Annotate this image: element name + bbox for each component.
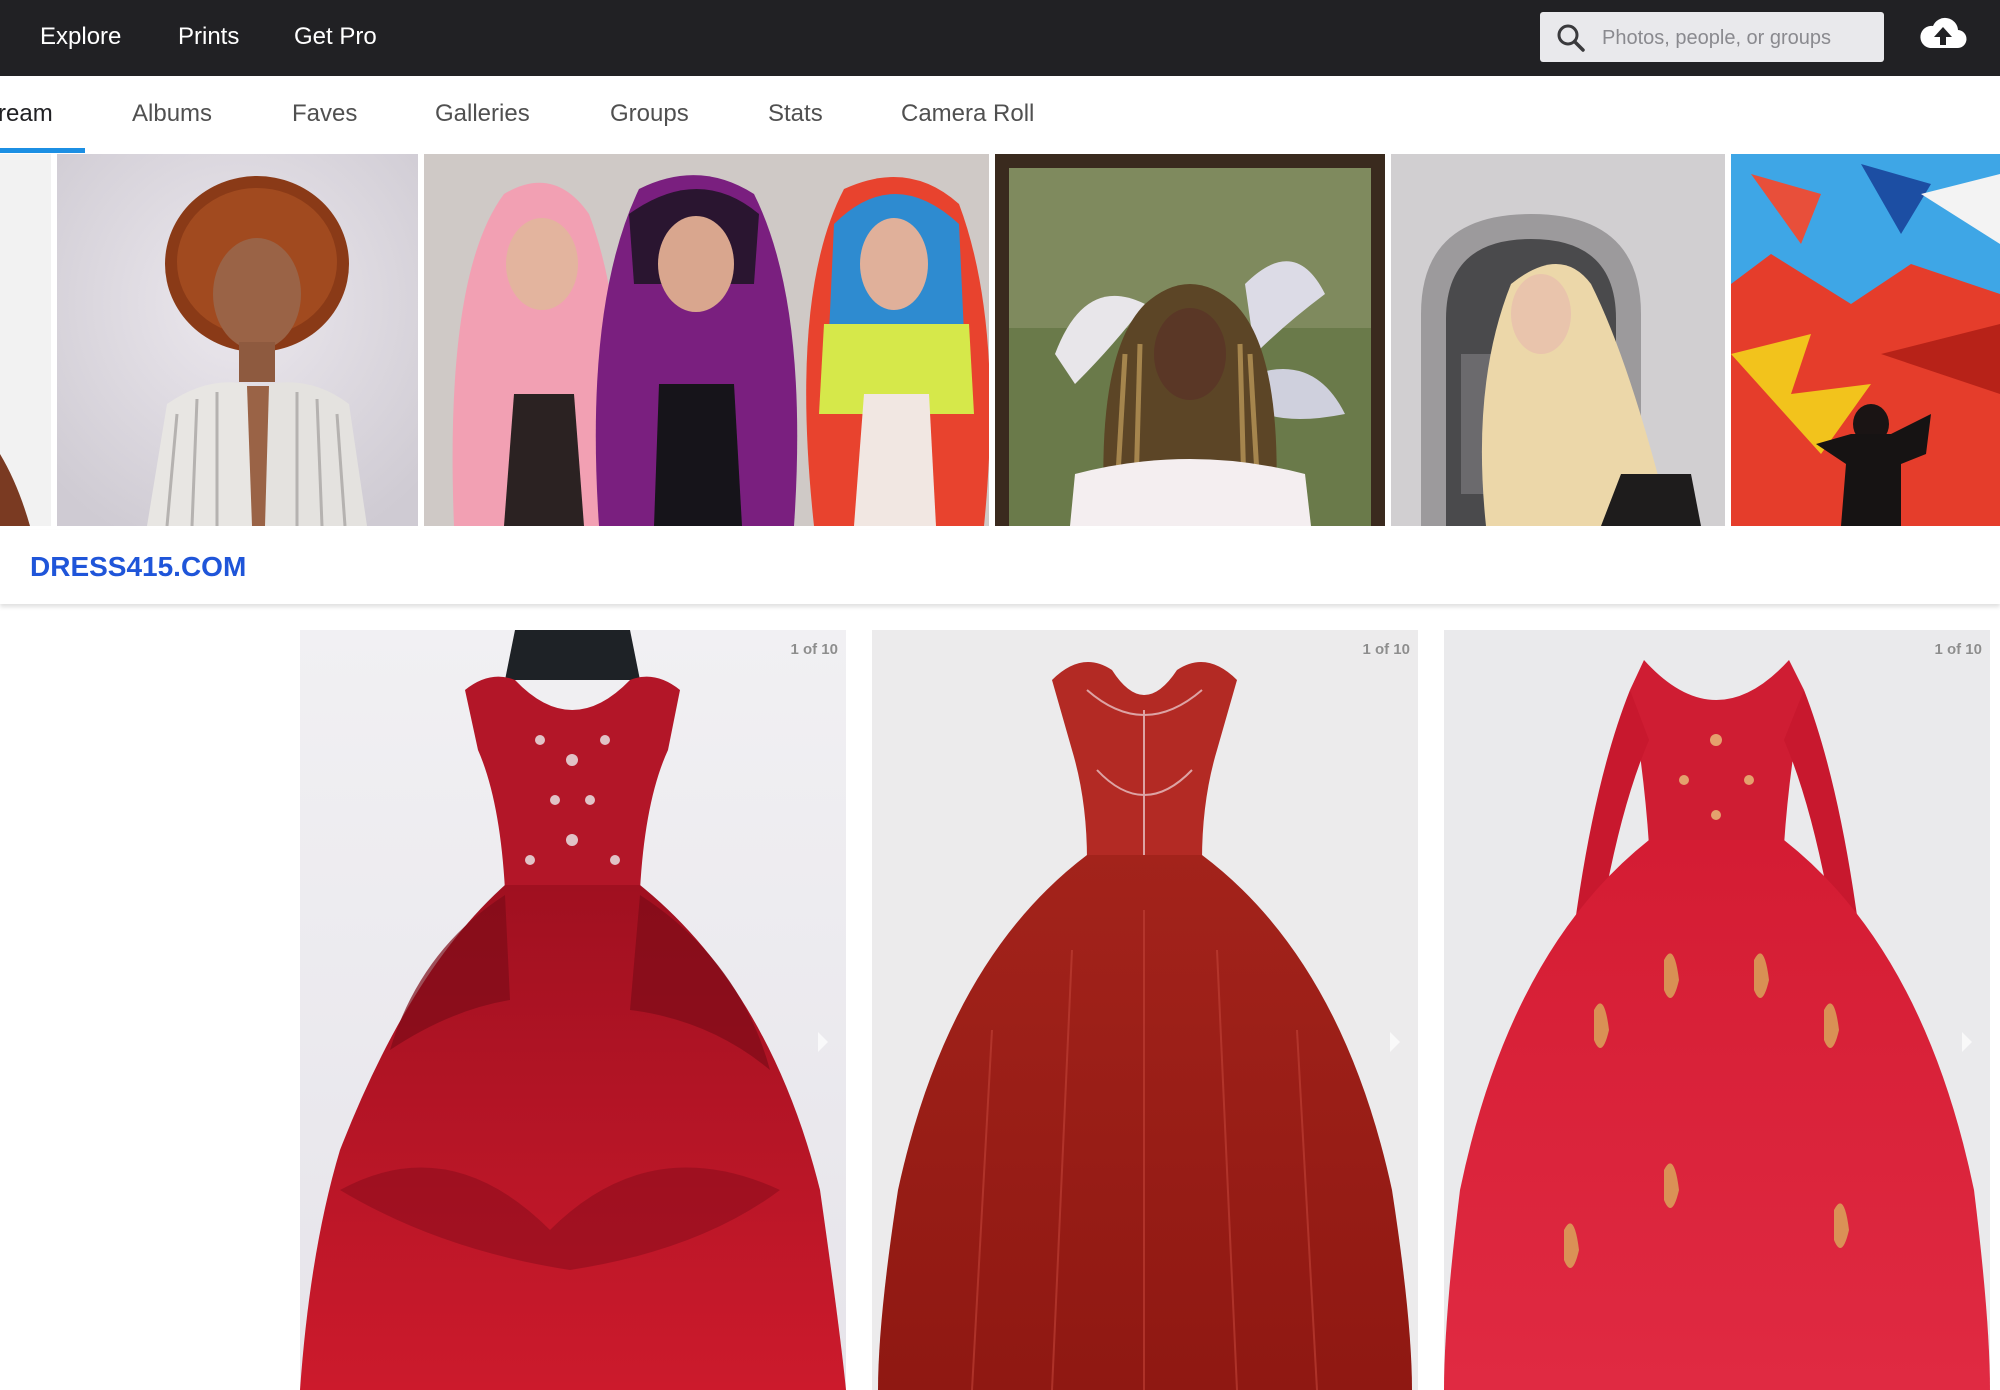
photo-card[interactable]: 1 of 10: [300, 630, 846, 1390]
dress-photo: [872, 630, 1418, 1390]
active-tab-indicator: [0, 148, 85, 153]
photo-image: [1391, 154, 1725, 526]
search-icon: [1557, 24, 1585, 52]
tab-stats[interactable]: Stats: [768, 76, 823, 154]
top-navigation-bar: Explore Prints Get Pro: [0, 0, 2000, 76]
photo-image: [424, 154, 989, 526]
chevron-right-icon[interactable]: [816, 1030, 830, 1054]
photo-image: [57, 154, 418, 526]
tab-albums[interactable]: Albums: [132, 76, 212, 154]
tab-camera-roll[interactable]: Camera Roll: [901, 76, 1034, 154]
tab-photostream[interactable]: ream: [0, 76, 53, 154]
image-counter: 1 of 10: [1934, 641, 1982, 658]
search-box[interactable]: [1540, 12, 1884, 64]
nav-explore-link[interactable]: Explore: [40, 0, 121, 76]
tab-faves[interactable]: Faves: [292, 76, 357, 154]
cloud-upload-icon[interactable]: [1918, 14, 1968, 54]
dress-photo: [300, 630, 846, 1390]
photo-image: [1731, 154, 2000, 526]
photo-tile[interactable]: [1731, 154, 2000, 526]
photo-tile[interactable]: [1391, 154, 1725, 526]
search-input[interactable]: [1600, 12, 1874, 64]
chevron-right-icon[interactable]: [1388, 1030, 1402, 1054]
collection-header: DRESS415.COM: [0, 530, 2000, 604]
profile-tabs-bar: ream Albums Faves Galleries Groups Stats…: [0, 76, 2000, 154]
dress-photo: [1444, 630, 1990, 1390]
nav-get-pro-link[interactable]: Get Pro: [294, 0, 377, 76]
image-counter: 1 of 10: [1362, 641, 1410, 658]
photo-card[interactable]: 1 of 10: [872, 630, 1418, 1390]
collection-title-link[interactable]: DRESS415.COM: [30, 530, 246, 604]
tab-groups[interactable]: Groups: [610, 76, 689, 154]
photo-card[interactable]: 1 of 10: [1444, 630, 1990, 1390]
photo-image: [995, 154, 1385, 526]
photo-tile[interactable]: [57, 154, 418, 526]
photo-tile[interactable]: [424, 154, 989, 526]
photostream-strip: [0, 154, 2000, 526]
nav-prints-link[interactable]: Prints: [178, 0, 239, 76]
tab-galleries[interactable]: Galleries: [435, 76, 530, 154]
photo-tile[interactable]: [0, 154, 51, 526]
chevron-right-icon[interactable]: [1960, 1030, 1974, 1054]
image-counter: 1 of 10: [790, 641, 838, 658]
photo-image: [0, 154, 51, 526]
photo-tile[interactable]: [995, 154, 1385, 526]
